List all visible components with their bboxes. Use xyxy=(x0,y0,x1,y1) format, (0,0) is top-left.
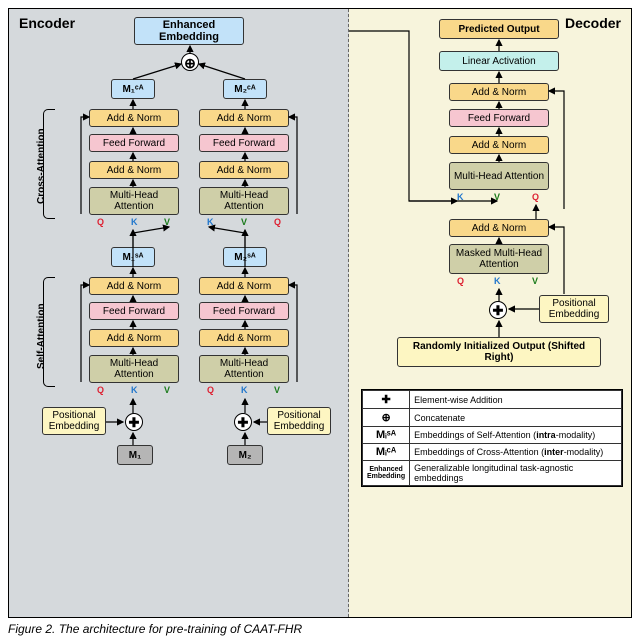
legend-mica-sym: Mᵢᶜᴬ xyxy=(363,444,410,461)
q-label: Q xyxy=(274,217,281,227)
self-attention-label: Self-Attention xyxy=(37,303,47,369)
feedforward-box: Feed Forward xyxy=(199,134,289,152)
mha-box: Multi-Head Attention xyxy=(89,187,179,215)
k-label: K xyxy=(131,385,138,395)
masked-mha-box: Masked Multi-Head Attention xyxy=(449,244,549,274)
addnorm-box: Add & Norm xyxy=(199,109,289,127)
q-label: Q xyxy=(207,385,214,395)
mha-box: Multi-Head Attention xyxy=(199,355,289,383)
v-label: V xyxy=(274,385,280,395)
v-label: V xyxy=(532,276,538,286)
legend-plus-txt: Element-wise Addition xyxy=(410,391,622,409)
pos-embed-box: Positional Embedding xyxy=(267,407,331,435)
m2-input-box: M₂ xyxy=(227,445,263,465)
legend-box: ✚Element-wise Addition ⊕Concatenate Mᵢˢᴬ… xyxy=(361,389,623,487)
cross-attention-label: Cross-Attention xyxy=(37,128,47,204)
q-label: Q xyxy=(97,217,104,227)
addnorm-box: Add & Norm xyxy=(449,83,549,101)
addnorm-box: Add & Norm xyxy=(89,109,179,127)
v-label: V xyxy=(494,192,500,202)
mha-box: Multi-Head Attention xyxy=(89,355,179,383)
addnorm-box: Add & Norm xyxy=(199,277,289,295)
m1-sa-box: M₁ˢᴬ xyxy=(111,247,155,267)
encoder-panel: Encoder Enhanced Embedding ⊕ M₁ᶜᴬ M₂ᶜᴬ A… xyxy=(9,9,349,617)
v-label: V xyxy=(241,217,247,227)
legend-enh-sym: Enhanced Embedding xyxy=(363,461,410,486)
v-label: V xyxy=(164,217,170,227)
addnorm-box: Add & Norm xyxy=(199,329,289,347)
v-label: V xyxy=(164,385,170,395)
decoder-panel: Decoder Predicted Output Linear Activati… xyxy=(349,9,631,617)
pos-embed-box: Positional Embedding xyxy=(42,407,106,435)
plus-icon: ✚ xyxy=(234,413,252,431)
legend-misa-sym: Mᵢˢᴬ xyxy=(363,427,410,444)
encoder-title: Encoder xyxy=(19,15,75,31)
legend-concat-txt: Concatenate xyxy=(410,409,622,427)
legend-plus-sym: ✚ xyxy=(363,391,410,409)
mha-box: Multi-Head Attention xyxy=(199,187,289,215)
feedforward-box: Feed Forward xyxy=(449,109,549,127)
legend-concat-sym: ⊕ xyxy=(363,409,410,427)
plus-icon: ✚ xyxy=(489,301,507,319)
addnorm-box: Add & Norm xyxy=(449,219,549,237)
addnorm-box: Add & Norm xyxy=(89,161,179,179)
addnorm-box: Add & Norm xyxy=(199,161,289,179)
m1-ca-box: M₁ᶜᴬ xyxy=(111,79,155,99)
concat-icon: ⊕ xyxy=(181,53,199,71)
figure-caption: Figure 2. The architecture for pre-train… xyxy=(8,622,632,636)
k-label: K xyxy=(207,217,214,227)
plus-icon: ✚ xyxy=(125,413,143,431)
k-label: K xyxy=(457,192,464,202)
q-label: Q xyxy=(532,192,539,202)
decoder-title: Decoder xyxy=(565,15,621,31)
m1-input-box: M₁ xyxy=(117,445,153,465)
q-label: Q xyxy=(97,385,104,395)
feedforward-box: Feed Forward xyxy=(89,302,179,320)
legend-misa-txt: Embeddings of Self-Attention (intra-moda… xyxy=(410,427,622,444)
predicted-output-box: Predicted Output xyxy=(439,19,559,39)
addnorm-box: Add & Norm xyxy=(89,277,179,295)
m2-ca-box: M₂ᶜᴬ xyxy=(223,79,267,99)
enhanced-embedding-box: Enhanced Embedding xyxy=(134,17,244,45)
q-label: Q xyxy=(457,276,464,286)
mha-box: Multi-Head Attention xyxy=(449,162,549,190)
architecture-diagram: Encoder Enhanced Embedding ⊕ M₁ᶜᴬ M₂ᶜᴬ A… xyxy=(8,8,632,618)
legend-mica-txt: Embeddings of Cross-Attention (inter-mod… xyxy=(410,444,622,461)
m2-sa-box: M₂ˢᴬ xyxy=(223,247,267,267)
pos-embed-box: Positional Embedding xyxy=(539,295,609,323)
random-init-box: Randomly Initialized Output (Shifted Rig… xyxy=(397,337,601,367)
k-label: K xyxy=(494,276,501,286)
linear-activation-box: Linear Activation xyxy=(439,51,559,71)
addnorm-box: Add & Norm xyxy=(89,329,179,347)
legend-enh-txt: Generalizable longitudinal task-agnostic… xyxy=(410,461,622,486)
feedforward-box: Feed Forward xyxy=(199,302,289,320)
addnorm-box: Add & Norm xyxy=(449,136,549,154)
feedforward-box: Feed Forward xyxy=(89,134,179,152)
k-label: K xyxy=(131,217,138,227)
k-label: K xyxy=(241,385,248,395)
